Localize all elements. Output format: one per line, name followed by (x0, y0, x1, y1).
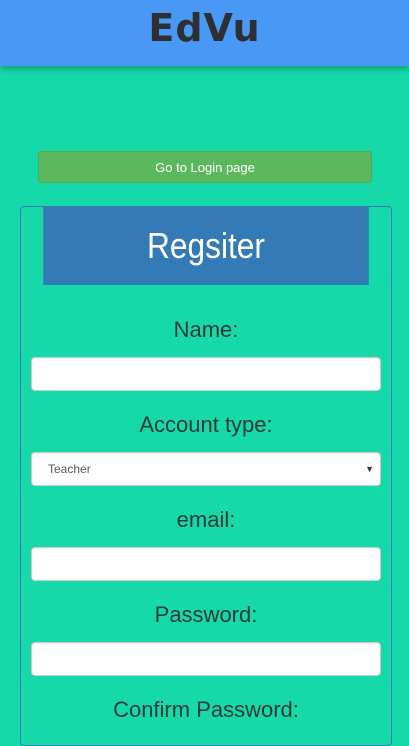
email-label: email: (176, 507, 236, 532)
account-type-label: Account type: (139, 412, 273, 437)
confirm-password-label: Confirm Password: (113, 697, 299, 722)
go-to-login-button[interactable]: Go to Login page (38, 151, 372, 183)
brand-logo: EdVu (148, 6, 261, 50)
register-title: Regsiter (43, 207, 369, 285)
password-label: Password: (154, 602, 258, 627)
name-input[interactable] (31, 357, 381, 391)
chevron-down-icon: ▼ (365, 464, 374, 474)
password-input[interactable] (31, 642, 381, 676)
account-type-select[interactable]: Teacher ▼ (31, 452, 381, 486)
email-input[interactable] (31, 547, 381, 581)
register-panel: Regsiter Name: Account type: Teacher ▼ e… (20, 206, 392, 746)
account-type-selected-value: Teacher (48, 462, 91, 476)
name-label: Name: (173, 317, 239, 342)
top-header-bar: EdVu (0, 0, 409, 66)
